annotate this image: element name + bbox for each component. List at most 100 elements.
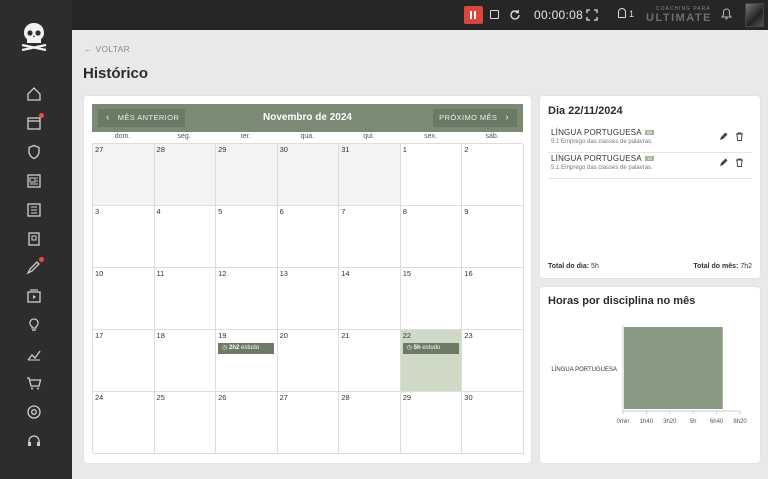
day-number: 16 xyxy=(464,269,473,278)
calendar-day[interactable]: 15 xyxy=(400,268,463,330)
top-bar: 00:00:08 1 COACHING PARA ULTIMATE xyxy=(0,0,768,30)
calendar-day[interactable]: 29 xyxy=(216,144,278,206)
calendar-day[interactable]: 4 xyxy=(154,206,217,268)
category-label: LÍNGUA PORTUGUESA xyxy=(551,366,617,373)
entry-subject-label: LÍNGUA PORTUGUESA xyxy=(551,128,642,137)
calendar-day[interactable]: 28 xyxy=(339,392,401,454)
calendar-day[interactable]: 21 xyxy=(339,330,401,392)
calendar-day[interactable]: 12 xyxy=(216,268,278,330)
calendar-day[interactable]: 24 xyxy=(93,392,155,454)
stop-button[interactable] xyxy=(490,10,499,19)
calendar-day[interactable]: 3 xyxy=(93,206,155,268)
study-event[interactable]: ◷ 5h estudo xyxy=(402,343,459,354)
video-icon[interactable] xyxy=(26,288,42,304)
calendar-day[interactable]: 13 xyxy=(277,268,340,330)
x-tick-label: 8h20 xyxy=(733,419,747,425)
calendar-day[interactable]: 26 xyxy=(216,392,278,454)
entry-subject: LÍNGUA PORTUGUESA 1h xyxy=(551,154,655,163)
pencil-icon[interactable] xyxy=(719,154,728,166)
day-number: 29 xyxy=(218,145,227,154)
calendar-day[interactable]: 10 xyxy=(93,268,155,330)
calendar-day[interactable]: 27 xyxy=(93,144,155,206)
chart-bar[interactable] xyxy=(624,327,723,409)
calendar-day[interactable]: 2 xyxy=(462,144,524,206)
day-number: 2 xyxy=(464,145,469,154)
note-icon[interactable] xyxy=(26,231,42,247)
brand-name: ULTIMATE xyxy=(646,12,712,24)
pin-count: 1 xyxy=(629,9,635,19)
reset-icon[interactable] xyxy=(509,8,521,20)
calendar-day[interactable]: 16 xyxy=(462,268,524,330)
avatar[interactable] xyxy=(745,3,764,27)
edit-icon[interactable] xyxy=(26,257,44,275)
trash-icon[interactable] xyxy=(735,154,744,167)
calendar-day[interactable]: 31 xyxy=(339,144,401,206)
calendar-day[interactable]: 28 xyxy=(154,144,217,206)
calendar-day[interactable]: 19 ◷ 2h2 estudo xyxy=(216,330,278,392)
calendar-day[interactable]: 25 xyxy=(154,392,217,454)
shield-icon[interactable] xyxy=(26,144,42,160)
day-number: 24 xyxy=(95,393,104,402)
calendar-day[interactable]: 22 ◷ 5h estudo xyxy=(400,330,463,392)
news-icon[interactable] xyxy=(26,173,42,189)
calendar-header: ‹ MÊS ANTERIOR Novembro de 2024 PRÓXIMO M… xyxy=(92,104,523,132)
trash-icon[interactable] xyxy=(735,128,744,141)
list-icon[interactable] xyxy=(26,202,42,218)
lightbulb-icon[interactable] xyxy=(26,317,42,333)
calendar-day[interactable]: 30 xyxy=(462,392,524,454)
pencil-icon[interactable] xyxy=(719,128,728,140)
calendar-day[interactable]: 5 xyxy=(216,206,278,268)
calendar-day[interactable]: 18 xyxy=(154,330,217,392)
study-event[interactable]: ◷ 2h2 estudo xyxy=(218,343,275,354)
day-number: 3 xyxy=(95,207,100,216)
day-number: 9 xyxy=(464,207,469,216)
calendar-day[interactable]: 29 xyxy=(400,392,463,454)
calendar-day[interactable]: 7 xyxy=(339,206,401,268)
weekday-label: ter. xyxy=(240,133,251,140)
calendar-icon[interactable] xyxy=(26,113,44,131)
calendar-day[interactable]: 14 xyxy=(339,268,401,330)
calendar-day[interactable]: 8 xyxy=(400,206,463,268)
pause-button[interactable] xyxy=(464,6,483,24)
day-number: 28 xyxy=(341,393,350,402)
skull-logo-icon[interactable] xyxy=(18,20,50,52)
day-number: 28 xyxy=(156,145,165,154)
event-duration: 5h xyxy=(413,345,421,351)
day-number: 22 xyxy=(402,331,412,340)
x-tick-label: 6h40 xyxy=(710,419,724,425)
calendar-day[interactable]: 11 xyxy=(154,268,217,330)
calendar-day[interactable]: 17 xyxy=(93,330,155,392)
bell-icon[interactable] xyxy=(721,7,732,20)
cart-icon[interactable] xyxy=(26,375,42,391)
calendar-day[interactable]: 1 xyxy=(400,144,463,206)
chevron-right-icon: › xyxy=(505,112,509,123)
next-month-button[interactable]: PRÓXIMO MÊS › xyxy=(433,109,517,127)
calendar-day[interactable]: 6 xyxy=(277,206,340,268)
calendar-day[interactable]: 20 xyxy=(277,330,340,392)
brand-logo: COACHING PARA ULTIMATE xyxy=(646,6,712,24)
day-title: Dia 22/11/2024 xyxy=(548,105,623,117)
calendar-day[interactable]: 9 xyxy=(462,206,524,268)
day-number: 25 xyxy=(156,393,165,402)
calendar-day[interactable]: 30 xyxy=(277,144,340,206)
day-number: 31 xyxy=(341,145,350,154)
entry-topic: 5.1 Emprego das classes de palavras. xyxy=(551,165,653,171)
calendar-day[interactable]: 23 xyxy=(462,330,524,392)
notification-dot xyxy=(39,113,44,118)
day-number: 19 xyxy=(218,331,227,340)
pin-indicator[interactable]: 1 xyxy=(618,8,634,19)
at-icon[interactable] xyxy=(26,404,42,420)
sidebar xyxy=(0,0,72,479)
calendar-card: ‹ MÊS ANTERIOR Novembro de 2024 PRÓXIMO M… xyxy=(84,96,531,463)
calendar-day[interactable]: 27 xyxy=(277,392,340,454)
day-number: 8 xyxy=(402,207,407,216)
study-timer: 00:00:08 xyxy=(534,8,584,22)
day-number: 15 xyxy=(402,269,412,278)
headset-icon[interactable] xyxy=(26,433,42,449)
back-link[interactable]: ← VOLTAR xyxy=(84,44,130,54)
chart-icon[interactable] xyxy=(26,346,42,362)
home-icon[interactable] xyxy=(26,86,42,102)
fullscreen-icon[interactable] xyxy=(586,8,598,21)
pin-icon xyxy=(618,8,626,18)
event-label: estudo xyxy=(422,345,441,351)
